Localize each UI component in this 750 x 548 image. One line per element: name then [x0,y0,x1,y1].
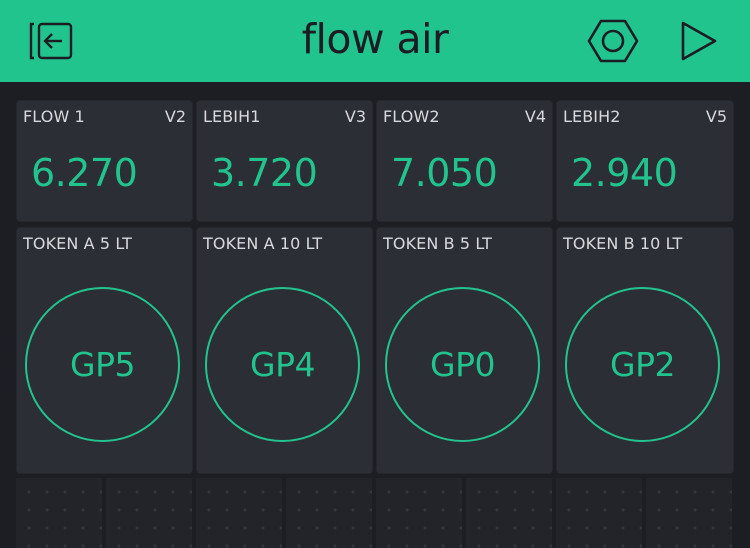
widget-pin: V5 [705,107,727,126]
widget-label: TOKEN A 5 LT [23,234,133,253]
widget-label: FLOW2 [383,107,440,126]
gp0-button[interactable]: GP0 [385,287,540,442]
widget-label: LEBIH1 [203,107,261,126]
widget-value: 2.940 [571,151,678,195]
button-label: GP4 [250,345,315,384]
button-label: GP2 [610,345,675,384]
widget-pin: V2 [164,107,186,126]
button-widget-token-a-10lt: TOKEN A 10 LT GP4 [197,228,372,473]
app-header: flow air [0,0,750,82]
widget-value: 3.720 [211,151,318,195]
widget-label: LEBIH2 [563,107,621,126]
widget-pin: V4 [524,107,546,126]
play-button[interactable] [666,0,732,82]
gp2-button[interactable]: GP2 [565,287,720,442]
button-label: GP5 [70,345,135,384]
widget-pin: V3 [344,107,366,126]
widget-value: 6.270 [31,151,138,195]
button-widget-token-b-5lt: TOKEN B 5 LT GP0 [377,228,552,473]
empty-grid-area [16,478,734,548]
value-display-flow2[interactable]: FLOW2 V4 7.050 [377,101,552,221]
widget-label: TOKEN B 10 LT [563,234,683,253]
widget-label: TOKEN B 5 LT [383,234,493,253]
gp4-button[interactable]: GP4 [205,287,360,442]
settings-icon [587,19,639,63]
button-widget-token-b-10lt: TOKEN B 10 LT GP2 [557,228,733,473]
button-label: GP0 [430,345,495,384]
play-icon [681,21,717,61]
empty-grid-cell [646,478,732,548]
value-display-lebih1[interactable]: LEBIH1 V3 3.720 [197,101,372,221]
widget-label: TOKEN A 10 LT [203,234,323,253]
settings-button[interactable] [580,0,646,82]
dashboard: FLOW 1 V2 6.270 LEBIH1 V3 3.720 FLOW2 V4… [0,82,750,548]
empty-grid-cell [16,478,102,548]
empty-grid-cell [106,478,192,548]
empty-grid-cell [196,478,282,548]
empty-grid-cell [376,478,462,548]
button-widget-token-a-5lt: TOKEN A 5 LT GP5 [17,228,192,473]
empty-grid-cell [466,478,552,548]
value-display-lebih2[interactable]: LEBIH2 V5 2.940 [557,101,733,221]
empty-grid-cell [286,478,372,548]
widget-label: FLOW 1 [23,107,85,126]
gp5-button[interactable]: GP5 [25,287,180,442]
widget-value: 7.050 [391,151,498,195]
empty-grid-cell [556,478,642,548]
value-display-flow1[interactable]: FLOW 1 V2 6.270 [17,101,192,221]
